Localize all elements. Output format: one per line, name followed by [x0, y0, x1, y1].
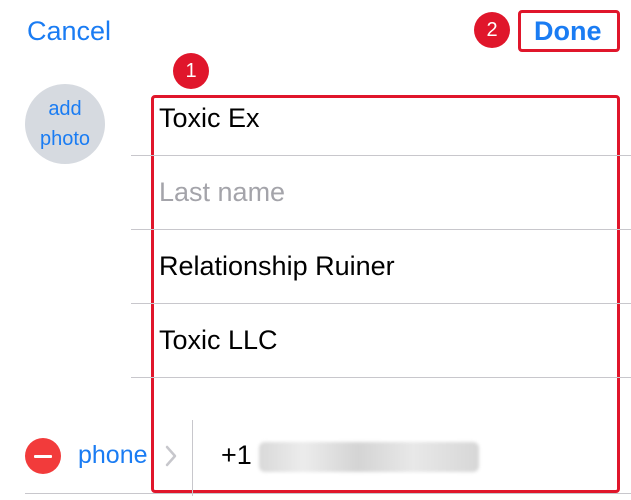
chevron-right-icon[interactable]	[162, 444, 180, 468]
field-divider	[131, 229, 631, 230]
minus-circle-icon	[34, 454, 52, 458]
callout-badge-2: 2	[474, 12, 510, 48]
job-title-field[interactable]: Relationship Ruiner	[159, 251, 395, 282]
callout-badge-1: 1	[173, 53, 209, 89]
first-name-field[interactable]: Toxic Ex	[159, 103, 260, 134]
add-photo-button[interactable]: add photo	[25, 84, 105, 164]
field-divider	[131, 377, 631, 378]
phone-number-field[interactable]: +1	[221, 440, 252, 471]
field-divider	[25, 493, 631, 494]
cancel-button[interactable]: Cancel	[27, 16, 111, 47]
last-name-field[interactable]: Last name	[159, 177, 285, 208]
add-photo-label-line1: add	[48, 98, 82, 120]
redacted-phone-digits	[259, 442, 479, 472]
field-divider	[131, 303, 631, 304]
remove-phone-button[interactable]	[25, 438, 61, 474]
company-field[interactable]: Toxic LLC	[159, 325, 278, 356]
add-photo-label-line2: photo	[39, 128, 91, 150]
done-callout-box	[518, 10, 620, 52]
phone-type-label[interactable]: phone	[78, 441, 148, 470]
field-divider	[131, 155, 631, 156]
phone-separator	[192, 420, 193, 496]
